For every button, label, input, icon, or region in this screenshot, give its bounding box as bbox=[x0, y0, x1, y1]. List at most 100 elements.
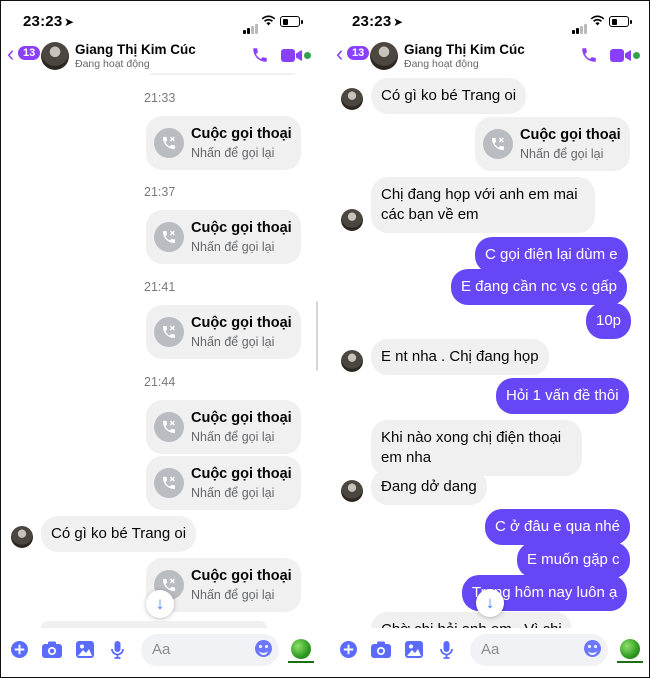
message-bubble-outgoing[interactable]: E đang cần nc vs c gấp bbox=[451, 269, 627, 305]
call-card-subtitle: Nhấn để gọi lại bbox=[191, 335, 275, 349]
unread-badge[interactable]: 13 bbox=[18, 46, 41, 60]
wifi-icon bbox=[261, 14, 276, 29]
camera-icon[interactable] bbox=[371, 641, 391, 663]
back-chevron-icon[interactable]: ‹ bbox=[336, 43, 343, 65]
phone-icon[interactable] bbox=[580, 46, 598, 69]
video-icon[interactable] bbox=[610, 48, 632, 68]
phone-icon[interactable] bbox=[251, 46, 269, 69]
reaction-ball-icon[interactable] bbox=[291, 639, 311, 659]
status-bar: 23:23 ➤ bbox=[1, 11, 321, 34]
message-list[interactable]: Có gì ko bé Trang oi Cuộc gọi thoại Nhấn… bbox=[330, 73, 649, 628]
contact-avatar[interactable] bbox=[370, 42, 398, 70]
status-bar: 23:23 ➤ bbox=[330, 11, 649, 34]
image-icon[interactable] bbox=[76, 641, 94, 663]
message-bubble-incoming[interactable]: E nt nha . Chị đang họp bbox=[371, 339, 549, 375]
location-arrow-icon: ➤ bbox=[64, 15, 75, 29]
missed-call-icon bbox=[154, 317, 184, 347]
unread-badge[interactable]: 13 bbox=[347, 46, 370, 60]
message-bubble-outgoing[interactable]: C gọi điện lại dùm e bbox=[475, 237, 628, 273]
contact-name[interactable]: Giang Thị Kim Cúc bbox=[75, 42, 196, 57]
status-time: 23:23 bbox=[23, 13, 63, 30]
reaction-ball-icon[interactable] bbox=[620, 639, 640, 659]
contact-status: Đang hoạt động bbox=[404, 58, 479, 70]
message-bubble-outgoing[interactable]: C ở đâu e qua nhé bbox=[485, 509, 630, 545]
contact-avatar[interactable] bbox=[11, 526, 33, 548]
signal-icon bbox=[243, 16, 259, 34]
contact-avatar[interactable] bbox=[341, 480, 363, 502]
message-input-placeholder: Aa bbox=[481, 641, 500, 658]
call-card[interactable]: Cuộc gọi thoại Nhấn để gọi lại bbox=[146, 210, 301, 264]
call-card[interactable]: Cuộc gọi thoại Nhấn để gọi lại bbox=[146, 456, 301, 510]
contact-avatar[interactable] bbox=[341, 88, 363, 110]
message-input-placeholder: Aa bbox=[152, 641, 171, 658]
composer-bar: Aa bbox=[330, 631, 649, 671]
camera-icon[interactable] bbox=[42, 641, 62, 663]
call-card-title: Cuộc gọi thoại bbox=[191, 126, 292, 142]
contact-name[interactable]: Giang Thị Kim Cúc bbox=[404, 42, 525, 57]
timestamp: 21:44 bbox=[144, 375, 176, 389]
call-card-subtitle: Nhấn để gọi lại bbox=[191, 430, 275, 444]
plus-icon[interactable] bbox=[11, 641, 28, 663]
message-bubble-outgoing[interactable]: E muốn gặp c bbox=[517, 542, 630, 578]
timestamp: 21:41 bbox=[144, 280, 176, 294]
contact-avatar[interactable] bbox=[341, 209, 363, 231]
plus-icon[interactable] bbox=[340, 641, 357, 663]
call-card-subtitle: Nhấn để gọi lại bbox=[191, 588, 275, 602]
message-list[interactable]: 21:33 Cuộc gọi thoại Nhấn để gọi lại 21:… bbox=[1, 73, 321, 628]
reaction-underline bbox=[288, 661, 314, 663]
screenshot-frame: 23:23 ➤ ‹ 13 Giang Thị Kim Cúc Đang hoạt… bbox=[0, 0, 650, 678]
call-card[interactable]: Cuộc gọi thoại Nhấn để gọi lại bbox=[146, 305, 301, 359]
call-card-title: Cuộc gọi thoại bbox=[191, 466, 292, 482]
message-bubble-incoming[interactable]: Có gì ko bé Trang oi bbox=[41, 516, 197, 552]
conversation-header: ‹ 13 Giang Thị Kim Cúc Đang hoạt động bbox=[330, 39, 649, 73]
contact-avatar[interactable] bbox=[341, 350, 363, 372]
message-bubble-outgoing[interactable]: 10p bbox=[586, 303, 632, 339]
message-bubble-incoming[interactable] bbox=[41, 621, 267, 628]
battery-icon bbox=[609, 16, 632, 27]
back-chevron-icon[interactable]: ‹ bbox=[7, 43, 14, 65]
call-card-title: Cuộc gọi thoại bbox=[191, 568, 292, 584]
reaction-underline bbox=[617, 661, 643, 663]
arrow-down-icon[interactable]: ↓ bbox=[146, 590, 174, 618]
panel-divider bbox=[321, 1, 330, 677]
left-screenshot: 23:23 ➤ ‹ 13 Giang Thị Kim Cúc Đang hoạt… bbox=[1, 1, 321, 677]
message-bubble-incoming[interactable]: Chị đang họp với anh em mai các bạn về e… bbox=[371, 177, 595, 233]
battery-icon bbox=[280, 16, 303, 27]
call-card-subtitle: Nhấn để gọi lại bbox=[520, 147, 604, 161]
call-card[interactable]: Cuộc gọi thoại Nhấn để gọi lại bbox=[475, 117, 630, 171]
emoji-icon[interactable] bbox=[584, 640, 601, 657]
scrollbar[interactable] bbox=[316, 301, 318, 371]
video-icon[interactable] bbox=[281, 48, 303, 68]
emoji-icon[interactable] bbox=[255, 640, 272, 657]
signal-icon bbox=[572, 16, 588, 34]
message-bubble-incoming[interactable]: Chờ chị hỏi anh em . Vì chị bbox=[371, 612, 572, 628]
image-icon[interactable] bbox=[405, 641, 423, 663]
missed-call-icon bbox=[483, 129, 513, 159]
call-card[interactable]: Cuộc gọi thoại Nhấn để gọi lại bbox=[146, 116, 301, 170]
online-indicator bbox=[633, 52, 640, 59]
contact-status: Đang hoạt động bbox=[75, 58, 150, 70]
missed-call-icon bbox=[154, 412, 184, 442]
message-bubble-incoming[interactable]: Khi nào xong chị điện thoại em nha bbox=[371, 420, 582, 476]
call-card-title: Cuộc gọi thoại bbox=[520, 127, 621, 143]
message-bubble-incoming[interactable]: Đang dở dang bbox=[371, 469, 487, 505]
call-card-title: Cuộc gọi thoại bbox=[191, 410, 292, 426]
message-bubble-outgoing[interactable]: Hỏi 1 vấn đề thôi bbox=[496, 378, 629, 414]
missed-call-icon bbox=[154, 222, 184, 252]
call-card[interactable]: Cuộc gọi thoại Nhấn để gọi lại bbox=[146, 400, 301, 454]
message-bubble-incoming[interactable]: Có gì ko bé Trang oi bbox=[371, 78, 527, 114]
call-card[interactable] bbox=[146, 73, 298, 75]
right-screenshot: 23:23 ➤ ‹ 13 Giang Thị Kim Cúc Đang hoạt… bbox=[330, 1, 649, 677]
timestamp: 21:37 bbox=[144, 185, 176, 199]
mic-icon[interactable] bbox=[440, 641, 453, 664]
arrow-down-icon[interactable]: ↓ bbox=[476, 589, 504, 617]
call-card-subtitle: Nhấn để gọi lại bbox=[191, 240, 275, 254]
mic-icon[interactable] bbox=[111, 641, 124, 664]
wifi-icon bbox=[590, 14, 605, 29]
location-arrow-icon: ➤ bbox=[393, 15, 404, 29]
timestamp: 21:33 bbox=[144, 91, 176, 105]
call-card-title: Cuộc gọi thoại bbox=[191, 220, 292, 236]
status-time: 23:23 bbox=[352, 13, 392, 30]
contact-avatar[interactable] bbox=[41, 42, 69, 70]
missed-call-icon bbox=[154, 128, 184, 158]
